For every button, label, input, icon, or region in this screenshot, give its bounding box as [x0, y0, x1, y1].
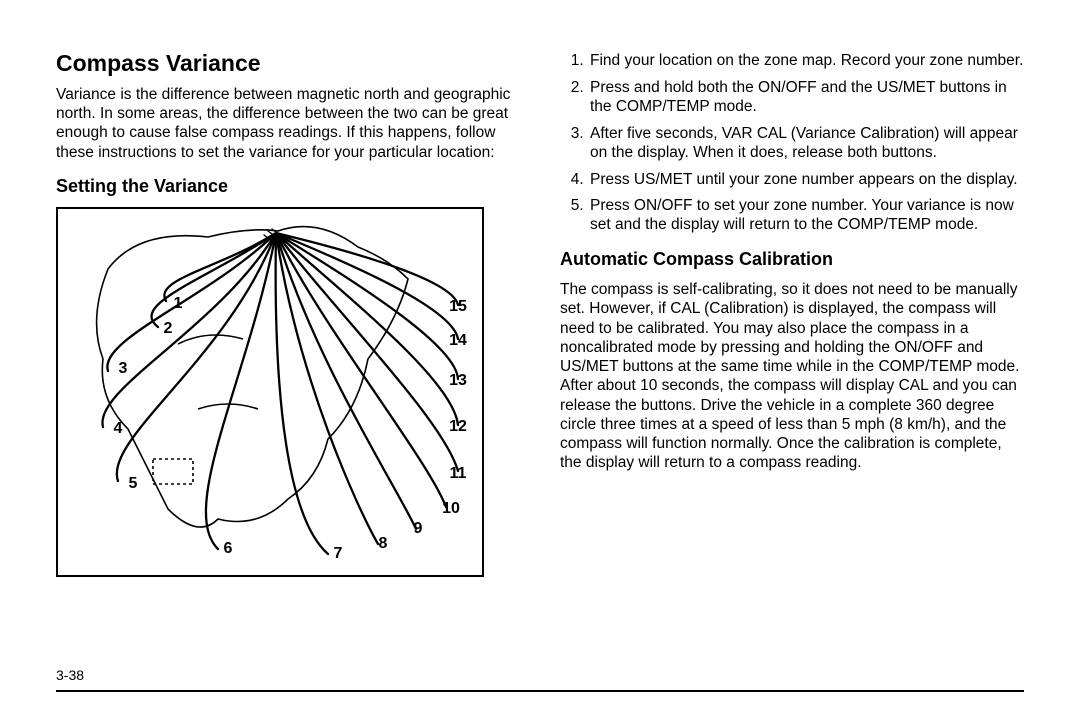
zone-label-10: 10 — [442, 500, 460, 518]
zone-label-5: 5 — [129, 475, 138, 493]
variance-steps-list: Find your location on the zone map. Reco… — [560, 52, 1024, 235]
zone-label-14: 14 — [449, 332, 467, 350]
zone-label-7: 7 — [334, 545, 343, 563]
zone-map-figure: 1 2 3 4 5 6 7 8 9 10 11 12 13 14 15 — [56, 207, 484, 577]
zone-label-13: 13 — [449, 372, 467, 390]
intro-paragraph: Variance is the difference between magne… — [56, 85, 520, 162]
zone-label-8: 8 — [379, 535, 388, 553]
page-number: 3-38 — [56, 667, 1024, 684]
zone-label-6: 6 — [224, 540, 233, 558]
step-4: Press US/MET until your zone number appe… — [588, 171, 1024, 190]
zone-label-3: 3 — [119, 360, 128, 378]
left-column: Compass Variance Variance is the differe… — [56, 50, 520, 577]
step-5: Press ON/OFF to set your zone number. Yo… — [588, 197, 1024, 235]
zone-label-9: 9 — [414, 520, 423, 538]
zone-label-15: 15 — [449, 298, 467, 316]
zone-label-4: 4 — [114, 420, 123, 438]
heading-compass-variance: Compass Variance — [56, 50, 520, 77]
step-1: Find your location on the zone map. Reco… — [588, 52, 1024, 71]
two-column-layout: Compass Variance Variance is the differe… — [56, 50, 1024, 577]
heading-setting-variance: Setting the Variance — [56, 176, 520, 197]
auto-calibration-paragraph: The compass is self-calibrating, so it d… — [560, 280, 1024, 472]
zone-label-12: 12 — [449, 418, 467, 436]
step-2: Press and hold both the ON/OFF and the U… — [588, 79, 1024, 117]
zone-label-2: 2 — [164, 320, 173, 338]
heading-auto-calibration: Automatic Compass Calibration — [560, 249, 1024, 270]
page-footer: 3-38 — [56, 667, 1024, 692]
zone-label-1: 1 — [174, 295, 183, 313]
right-column: Find your location on the zone map. Reco… — [560, 50, 1024, 577]
manual-page: Compass Variance Variance is the differe… — [0, 0, 1080, 720]
zone-label-11: 11 — [450, 465, 467, 483]
footer-rule — [56, 690, 1024, 692]
step-3: After five seconds, VAR CAL (Variance Ca… — [588, 125, 1024, 163]
